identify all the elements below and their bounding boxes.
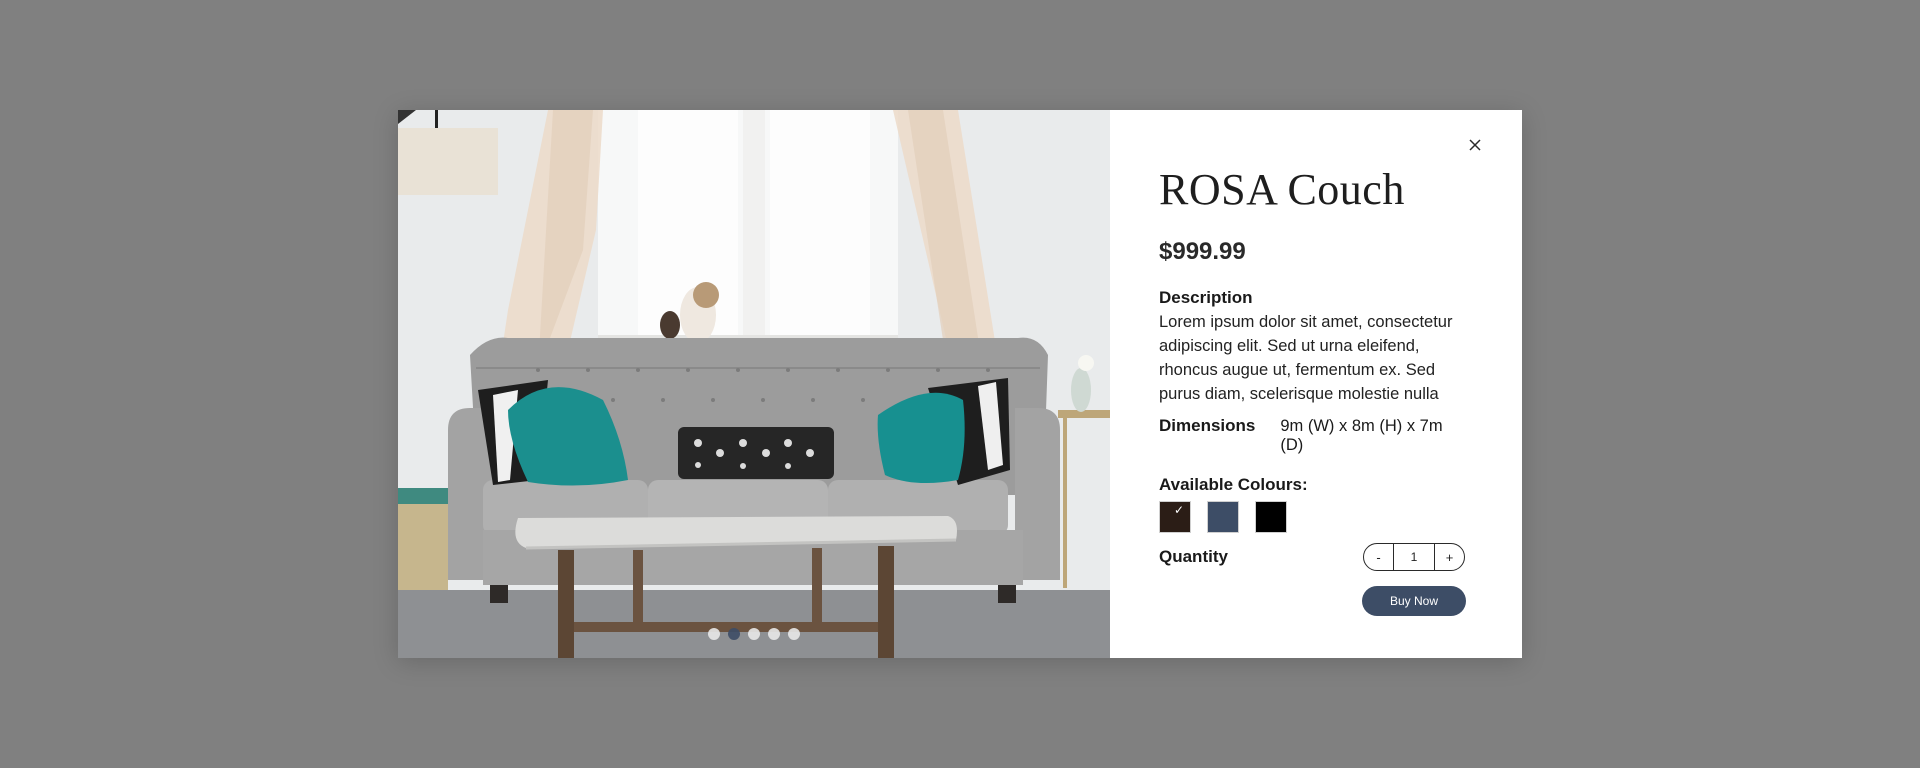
dimensions-label: Dimensions [1159, 416, 1256, 436]
colour-swatch-black[interactable] [1255, 501, 1287, 534]
description-label: Description [1159, 288, 1253, 308]
quantity-label: Quantity [1159, 547, 1228, 567]
product-title: ROSA Couch [1159, 165, 1405, 214]
colour-swatch-slate-blue[interactable] [1207, 501, 1239, 534]
description-section: Description Lorem ipsum dolor sit amet, … [1159, 288, 1466, 406]
quantity-decrement-button[interactable]: - [1364, 544, 1394, 571]
dimensions-value: 9m (W) x 8m (H) x 7m (D) [1280, 417, 1443, 455]
carousel-dot-5[interactable] [788, 628, 800, 640]
carousel-dots [398, 628, 1110, 640]
colours-label: Available Colours: [1159, 475, 1308, 495]
description-text: Lorem ipsum dolor sit amet, consectetur … [1159, 313, 1453, 404]
colour-swatches: ✓ [1159, 501, 1466, 534]
carousel-dot-3[interactable] [748, 628, 760, 640]
colour-swatch-brown[interactable]: ✓ [1159, 501, 1191, 534]
carousel-dot-1[interactable] [708, 628, 720, 640]
check-icon: ✓ [1173, 503, 1184, 518]
dimensions-row: Dimensions 9m (W) x 8m (H) x 7m (D) [1159, 416, 1466, 455]
close-button[interactable] [1464, 134, 1486, 156]
quantity-input[interactable] [1394, 544, 1434, 571]
carousel-dot-4[interactable] [768, 628, 780, 640]
buy-now-button[interactable]: Buy Now [1362, 586, 1466, 616]
colours-section: Available Colours: ✓ [1159, 475, 1466, 534]
product-photo [398, 110, 1110, 658]
quantity-row: Quantity - + [1159, 543, 1465, 572]
close-icon [1469, 139, 1481, 151]
quantity-increment-button[interactable]: + [1434, 544, 1464, 571]
carousel-dot-2[interactable] [728, 628, 740, 640]
quantity-stepper: - + [1363, 543, 1465, 572]
product-info-panel: ROSA Couch $999.99 Description Lorem ips… [1110, 110, 1522, 658]
product-modal: ROSA Couch $999.99 Description Lorem ips… [398, 110, 1522, 658]
product-price: $999.99 [1159, 238, 1246, 266]
product-image-carousel[interactable] [398, 110, 1110, 658]
